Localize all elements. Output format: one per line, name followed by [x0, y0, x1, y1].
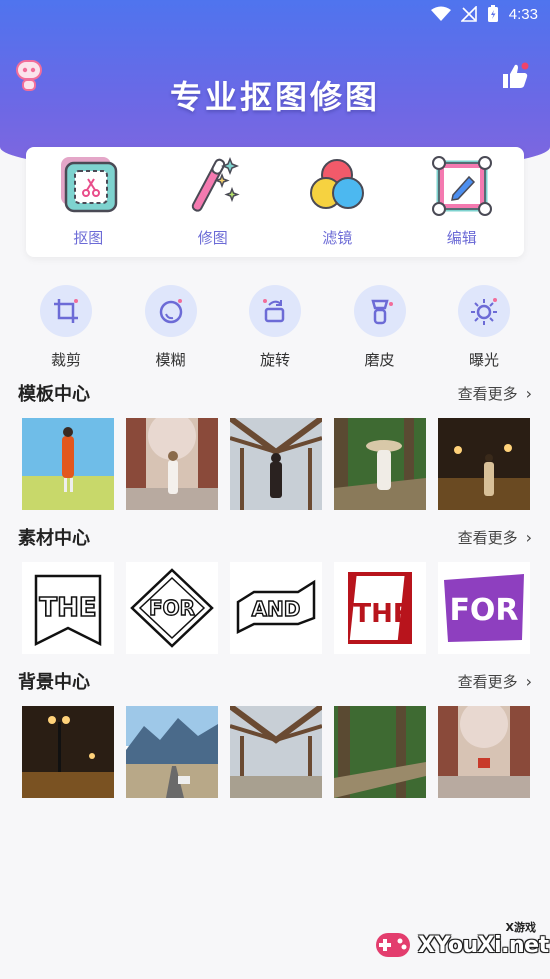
tool-edit[interactable]: 编辑 — [400, 147, 525, 257]
background-center-more-link[interactable]: 查看更多 › — [458, 671, 532, 692]
quick-tool-skin-smooth[interactable]: 磨皮 — [332, 285, 428, 375]
template-center-title: 模板中心 — [18, 384, 90, 405]
app-title: 专业抠图修图 — [169, 78, 380, 116]
background-center-title: 背景中心 — [18, 672, 90, 693]
template-thumb-field-woman[interactable] — [22, 418, 114, 510]
no-signal-icon — [460, 6, 477, 22]
quick-tool-skin-smooth-label: 磨皮 — [364, 351, 395, 369]
background-center-header: 背景中心 查看更多 › — [18, 669, 532, 694]
tool-filter-label: 滤镜 — [322, 229, 353, 247]
tool-retouch-label: 修图 — [197, 229, 228, 247]
like-icon[interactable] — [500, 62, 530, 90]
crop-icon — [40, 285, 92, 337]
quick-tool-crop[interactable]: 裁剪 — [18, 285, 114, 375]
background-thumb-night-street[interactable] — [22, 706, 114, 798]
material-sticker-the-red[interactable]: THE — [334, 562, 426, 654]
material-sticker-for-purple[interactable]: FOR — [438, 562, 530, 654]
magic-wand-icon — [182, 155, 244, 217]
edit-frame-icon — [431, 155, 493, 217]
tool-filter[interactable]: 滤镜 — [275, 147, 400, 257]
filter-circles-icon — [306, 155, 368, 217]
quick-tool-rotate[interactable]: 旋转 — [227, 285, 323, 375]
material-center-more-link[interactable]: 查看更多 › — [458, 527, 532, 548]
wifi-icon — [430, 6, 451, 22]
cutout-scissors-icon — [57, 155, 119, 217]
template-center-more-label: 查看更多 — [457, 384, 518, 403]
material-center-header: 素材中心 查看更多 › — [18, 525, 532, 550]
material-thumbnails: THE FOR AND THE FOR — [22, 562, 530, 654]
rotate-icon — [249, 285, 301, 337]
material-center-title: 素材中心 — [18, 528, 90, 549]
exposure-icon — [458, 285, 510, 337]
template-thumb-forest-hat[interactable] — [334, 418, 426, 510]
material-sticker-and-ribbon[interactable]: AND — [230, 562, 322, 654]
template-center-header: 模板中心 查看更多 › — [18, 381, 532, 406]
main-tools-card: 抠图 修图 滤镜 编辑 — [26, 147, 524, 257]
background-thumb-street-trees[interactable] — [438, 706, 530, 798]
quick-tool-blur[interactable]: 模糊 — [123, 285, 219, 375]
site-watermark: X游戏 XYouXi.net — [370, 919, 549, 967]
gamepad-logo-icon — [370, 923, 416, 965]
template-thumb-night-street[interactable] — [438, 418, 530, 510]
template-thumbnails — [22, 418, 530, 510]
background-thumb-forest-path[interactable] — [334, 706, 426, 798]
sticker-text: THE — [39, 593, 96, 623]
quick-tool-rotate-label: 旋转 — [259, 351, 290, 369]
status-time: 4:33 — [508, 5, 538, 23]
template-center-more-link[interactable]: 查看更多 › — [458, 383, 532, 404]
chevron-right-icon: › — [525, 527, 532, 547]
quick-tool-exposure-label: 曝光 — [468, 351, 499, 369]
sticker-text: FOR — [149, 596, 195, 620]
status-bar: 4:33 — [0, 0, 550, 30]
skin-smooth-icon — [353, 285, 406, 337]
tool-edit-label: 编辑 — [446, 229, 477, 247]
chevron-right-icon: › — [525, 383, 532, 403]
quick-tool-crop-label: 裁剪 — [50, 351, 81, 369]
sticker-text: THE — [353, 599, 410, 629]
tool-retouch[interactable]: 修图 — [151, 147, 276, 257]
battery-icon — [487, 5, 499, 23]
background-thumbnails — [22, 706, 530, 798]
background-thumb-mountain-road[interactable] — [126, 706, 218, 798]
quick-tool-blur-label: 模糊 — [155, 351, 186, 369]
chevron-right-icon: › — [525, 671, 532, 691]
quick-tools-row: 裁剪 模糊 旋转 磨皮 曝光 — [18, 285, 532, 375]
tool-cutout[interactable]: 抠图 — [26, 147, 151, 257]
material-sticker-for-diamond[interactable]: FOR — [126, 562, 218, 654]
template-thumb-street-trees[interactable] — [126, 418, 218, 510]
tool-cutout-label: 抠图 — [73, 229, 104, 247]
watermark-text: XYouXi.net — [418, 933, 549, 958]
template-thumb-pier-woman[interactable] — [230, 418, 322, 510]
background-thumb-pier[interactable] — [230, 706, 322, 798]
sticker-text: AND — [252, 597, 301, 621]
material-sticker-the-banner[interactable]: THE — [22, 562, 114, 654]
material-center-more-label: 查看更多 — [457, 528, 518, 547]
blur-icon — [144, 285, 197, 337]
background-center-more-label: 查看更多 — [457, 672, 518, 691]
quick-tool-exposure[interactable]: 曝光 — [436, 285, 532, 375]
sticker-text: FOR — [449, 593, 518, 628]
